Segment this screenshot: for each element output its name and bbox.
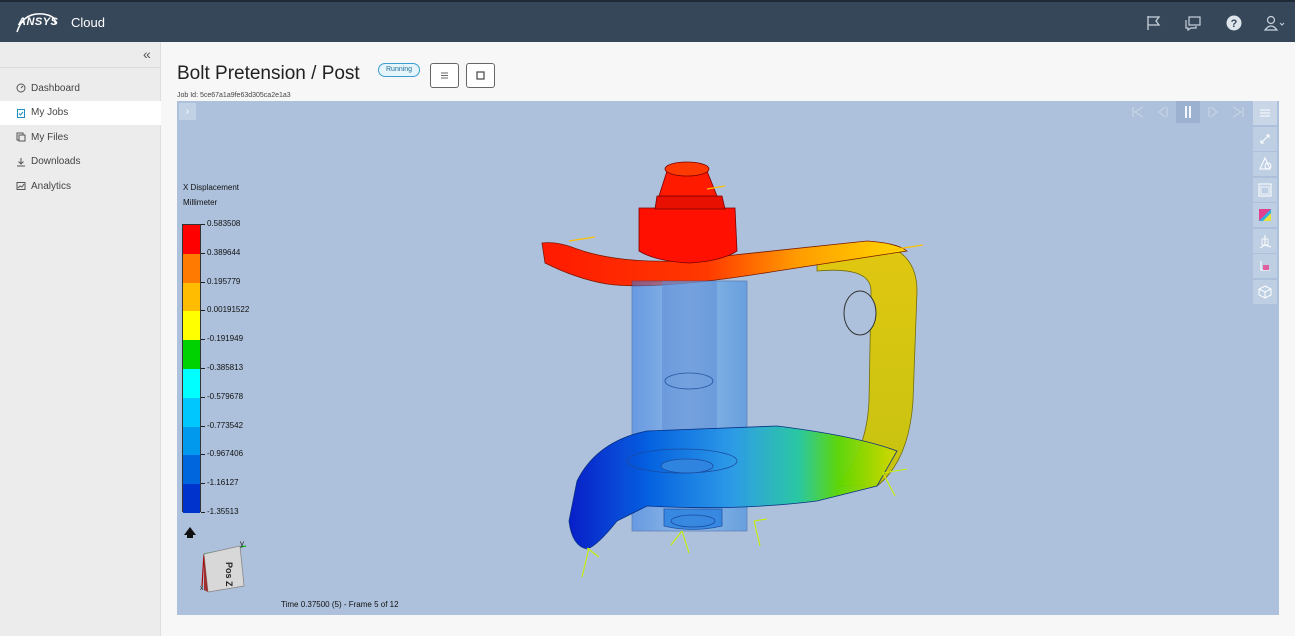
pause-button[interactable] xyxy=(1176,101,1200,123)
axis-face-label: Pos Z xyxy=(224,562,234,587)
job-id: Job Id: 5ce67a1a9fe63d305ca2e1a3 xyxy=(177,92,291,99)
results-icon xyxy=(1260,261,1270,271)
model-render[interactable] xyxy=(177,101,1279,615)
skip-start-icon xyxy=(1132,106,1144,118)
sidebar-item-downloads[interactable]: Downloads xyxy=(0,150,161,175)
sidebar-item-label: Analytics xyxy=(31,180,72,192)
skip-start-button[interactable] xyxy=(1126,101,1150,123)
sidebar-item-label: Dashboard xyxy=(31,82,80,94)
stop-icon xyxy=(476,71,485,80)
cube-icon xyxy=(1258,284,1272,299)
axis-triad[interactable]: y x Pos Z xyxy=(182,524,252,594)
viewer-menu-button[interactable] xyxy=(1253,101,1277,125)
dashboard-icon xyxy=(16,83,26,93)
sidebar-item-label: Downloads xyxy=(31,156,81,168)
menu-icon xyxy=(441,72,448,79)
bolt-head xyxy=(638,207,738,264)
step-back-icon xyxy=(1158,106,1168,118)
stop-job-button[interactable] xyxy=(466,63,495,88)
sidebar-item-label: My Files xyxy=(31,131,69,143)
skip-end-button[interactable] xyxy=(1226,101,1250,123)
sidebar-item-dashboard[interactable]: Dashboard xyxy=(0,76,161,101)
axes-tool-button[interactable] xyxy=(1253,228,1277,253)
expand-icon xyxy=(1260,134,1270,143)
playback-controls xyxy=(1125,101,1250,123)
sidebar-item-label: My Jobs xyxy=(31,107,69,119)
svg-text:?: ? xyxy=(1231,18,1238,30)
jobs-icon xyxy=(17,108,25,118)
sidebar-nav: Dashboard My Jobs My Files Downloads Ana… xyxy=(0,76,161,199)
sidebar-divider xyxy=(0,67,161,68)
axis-x-label: x xyxy=(200,585,204,592)
window-icon xyxy=(1258,183,1272,196)
details-menu-button[interactable] xyxy=(430,63,459,88)
3d-viewer[interactable]: › X Displacement Millimeter 0.583508 0.38… xyxy=(177,101,1279,615)
viewer-toolbar xyxy=(1253,101,1278,305)
sidebar: « Dashboard My Jobs My Files Downloads A… xyxy=(0,42,161,636)
skip-end-icon xyxy=(1232,106,1244,118)
contour-icon xyxy=(1259,209,1271,221)
timeline-text: Time 0.37500 (5) - Frame 5 of 12 xyxy=(281,600,399,609)
sidebar-item-analytics[interactable]: Analytics xyxy=(0,174,161,199)
collapse-sidebar-button[interactable]: « xyxy=(143,46,151,62)
chat-icon[interactable] xyxy=(1184,14,1202,32)
status-badge: Running xyxy=(378,63,421,77)
results-tool-button[interactable] xyxy=(1253,254,1277,278)
fit-view-button[interactable] xyxy=(1253,126,1277,151)
download-icon xyxy=(17,157,25,167)
panel-tool-button[interactable] xyxy=(1253,177,1277,202)
step-back-button[interactable] xyxy=(1151,101,1175,123)
shape-tool-button[interactable] xyxy=(1253,152,1277,176)
user-icon[interactable] xyxy=(1264,14,1286,32)
step-forward-icon xyxy=(1208,106,1218,118)
sidebar-item-my-jobs[interactable]: My Jobs xyxy=(0,100,161,125)
brand-name: Cloud xyxy=(71,15,105,30)
axis-y-label: y xyxy=(240,539,244,548)
step-forward-button[interactable] xyxy=(1201,101,1225,123)
help-icon[interactable]: ? xyxy=(1225,14,1243,32)
contour-tool-button[interactable] xyxy=(1253,203,1277,227)
files-icon xyxy=(16,132,26,142)
hamburger-icon xyxy=(1260,109,1270,117)
sidebar-item-my-files[interactable]: My Files xyxy=(0,125,161,150)
top-bar: ANSYS Cloud ? xyxy=(0,0,1295,42)
axes-icon xyxy=(1259,234,1272,248)
page-title: Bolt Pretension / Post xyxy=(177,63,360,84)
analytics-icon xyxy=(16,182,26,191)
logo-text: ANSYS xyxy=(18,16,59,28)
flag-icon[interactable] xyxy=(1145,14,1163,32)
pause-icon xyxy=(1185,106,1191,118)
shapes-icon xyxy=(1259,156,1272,170)
cube-view-button[interactable] xyxy=(1253,279,1277,304)
